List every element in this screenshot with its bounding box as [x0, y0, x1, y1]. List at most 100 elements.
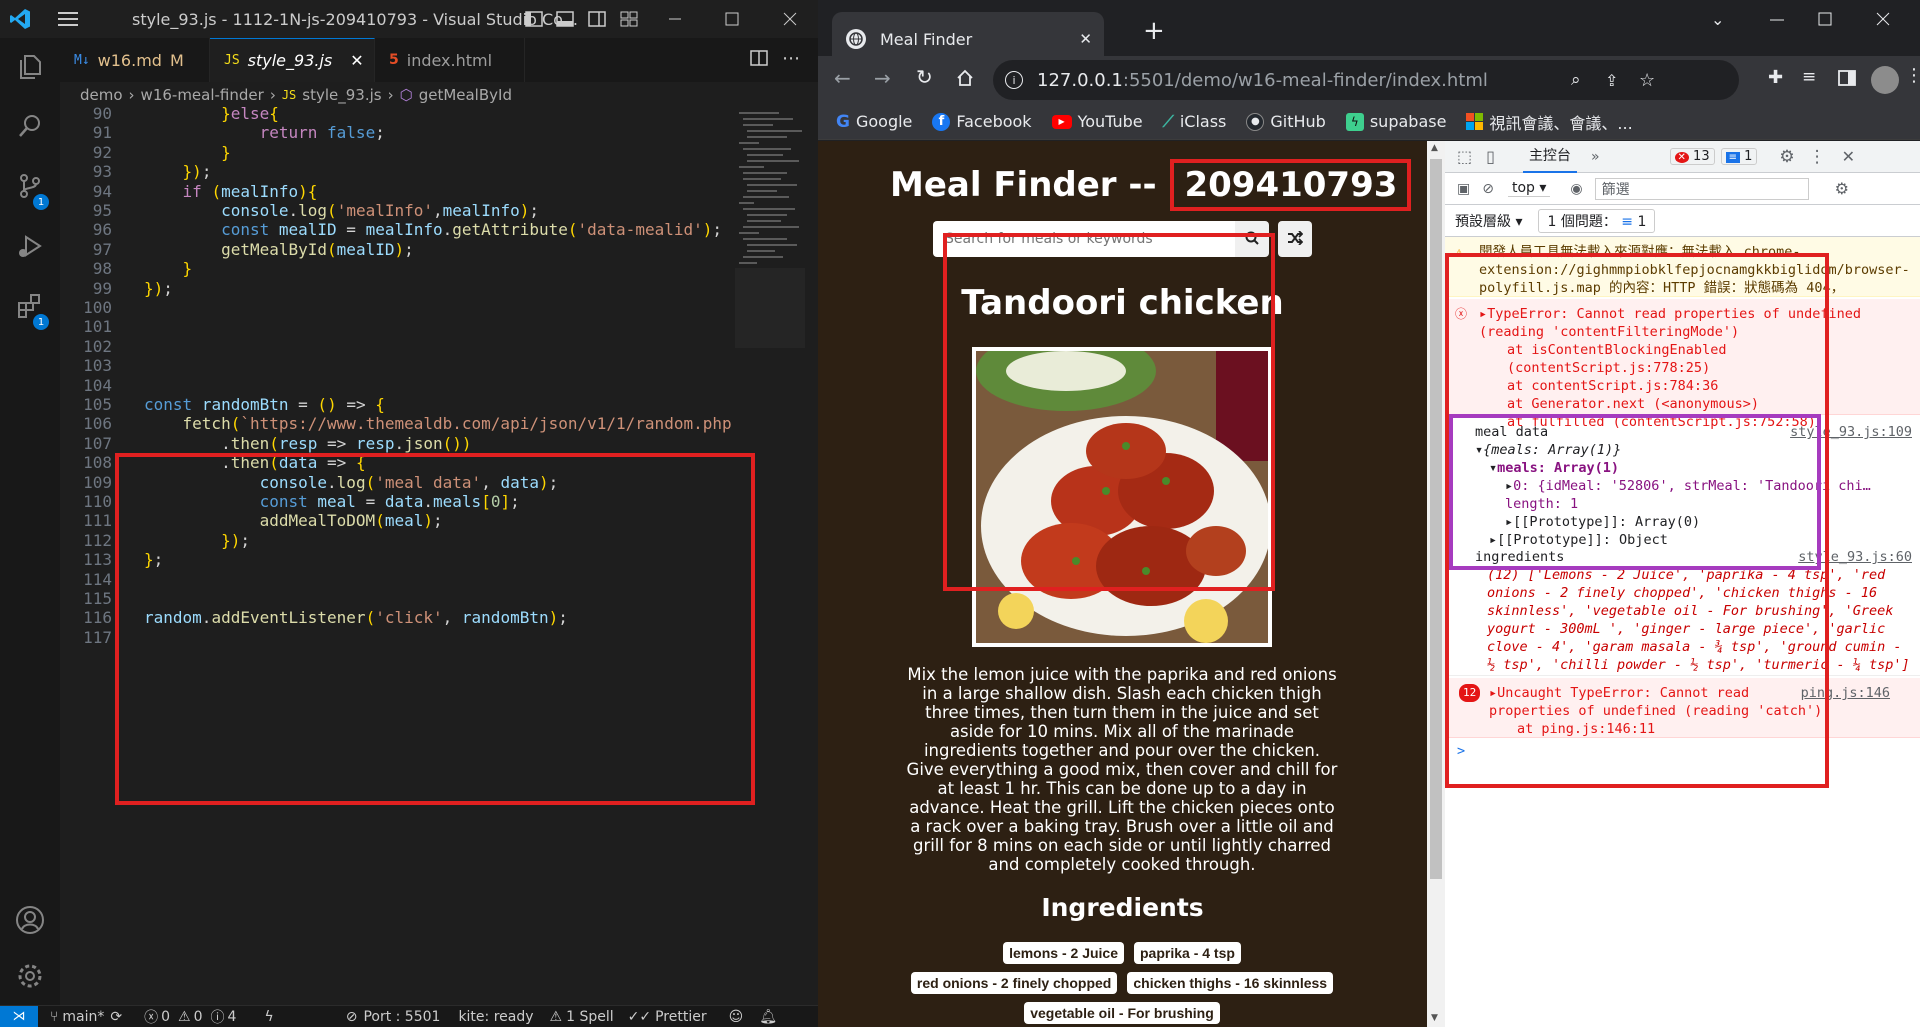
live-server-port[interactable]: Port : 5501: [363, 1009, 440, 1025]
remote-icon[interactable]: ⋊: [0, 1005, 38, 1027]
bookmark-google[interactable]: G Google: [836, 112, 912, 132]
devtools-menu-icon[interactable]: ⋮: [1809, 147, 1826, 167]
address-bar[interactable]: i 127.0.0.1 :5501/demo/w16-meal-finder/i…: [993, 60, 1739, 100]
settings-gear-icon[interactable]: ⚙: [1779, 147, 1794, 167]
close-icon[interactable]: [775, 12, 805, 26]
clear-console-icon[interactable]: ⊘: [1482, 181, 1494, 197]
random-button[interactable]: [1278, 221, 1312, 257]
settings-gear-icon[interactable]: [0, 948, 60, 1004]
scroll-thumb[interactable]: [1430, 159, 1442, 879]
bookmark-github[interactable]: ● GitHub: [1246, 112, 1326, 131]
explorer-icon[interactable]: [0, 38, 60, 94]
share-icon[interactable]: ⇪: [1605, 71, 1618, 90]
inspect-element-icon[interactable]: ⬚: [1457, 147, 1472, 166]
prettier-status[interactable]: Prettier: [655, 1009, 707, 1025]
tab-close-icon[interactable]: ✕: [350, 51, 363, 70]
tab-search-icon[interactable]: ⌄: [1711, 10, 1724, 29]
lightning-icon[interactable]: ϟ: [264, 1009, 273, 1025]
back-icon[interactable]: ←: [834, 66, 851, 90]
bookmark-iclass[interactable]: ⟋ iClass: [1163, 112, 1227, 132]
extensions-icon[interactable]: 1: [0, 278, 60, 334]
minimap[interactable]: [735, 108, 805, 348]
ingredients-heading: Ingredients: [1041, 893, 1204, 922]
tab-console[interactable]: 主控台: [1522, 141, 1577, 173]
line-number: 117: [83, 627, 112, 647]
window-title: style_93.js - 1112-1N-js-209410793 - Vis…: [132, 9, 578, 29]
tab-style-93-js[interactable]: JS style_93.js ✕: [210, 38, 375, 82]
errors-count[interactable]: 0: [161, 1009, 170, 1025]
console-levels-bar: 預設層級 ▾ 1 個問題： ≡ 1: [1445, 205, 1920, 237]
feedback-icon[interactable]: ☺: [729, 1009, 744, 1025]
maximize-icon[interactable]: [717, 12, 747, 26]
info-count[interactable]: 4: [228, 1009, 237, 1025]
tab-w16-md[interactable]: M↓ w16.md M: [60, 38, 210, 82]
run-debug-icon[interactable]: [0, 218, 60, 274]
customize-layout-icon[interactable]: [617, 11, 641, 27]
notifications-bell-icon[interactable]: 🔔︎: [759, 1009, 777, 1025]
console-settings-icon[interactable]: ⚙: [1835, 179, 1849, 198]
ingredient-item: vegetable oil - For brushing: [1024, 1002, 1220, 1024]
issues-button[interactable]: 1 個問題： ≡ 1: [1538, 208, 1656, 233]
log-levels-dropdown[interactable]: 預設層級 ▾: [1455, 211, 1522, 231]
spell-status[interactable]: 1 Spell: [566, 1009, 614, 1025]
search-icon[interactable]: [0, 98, 60, 154]
more-actions-icon[interactable]: ⋯: [782, 48, 800, 69]
bookmark-star-icon[interactable]: ☆: [1639, 70, 1655, 91]
scroll-down-icon[interactable]: ▼: [1431, 1013, 1438, 1023]
kite-status[interactable]: kite: ready: [458, 1009, 533, 1025]
maximize-icon[interactable]: [1818, 12, 1832, 26]
site-info-icon[interactable]: i: [1005, 71, 1023, 89]
javascript-icon: JS: [281, 88, 297, 102]
ingredient-item: chicken thighs - 16 skinnless: [1127, 972, 1334, 994]
message-count-badge[interactable]: ≡ 1: [1720, 148, 1758, 165]
tab-index-html[interactable]: 5 index.html: [375, 38, 525, 82]
more-tabs-icon[interactable]: »: [1591, 149, 1600, 165]
sidebar-toggle-icon[interactable]: ▣: [1457, 181, 1470, 197]
warnings-count[interactable]: 0: [194, 1009, 203, 1025]
avatar[interactable]: [1871, 66, 1899, 94]
media-control-icon[interactable]: ≡: [1802, 67, 1816, 87]
home-icon[interactable]: [956, 69, 974, 87]
bookmark-facebook[interactable]: f Facebook: [932, 112, 1032, 131]
bookmark-supabase[interactable]: ϟ supabase: [1345, 112, 1446, 131]
bookmark-youtube[interactable]: ▶ YouTube: [1051, 112, 1143, 131]
source-control-badge: 1: [33, 194, 49, 210]
source-control-icon[interactable]: 1: [0, 158, 60, 214]
bookmark-video-conference[interactable]: 視訊會議、會議、...: [1466, 110, 1633, 134]
eye-icon[interactable]: ◉: [1570, 181, 1582, 197]
close-icon[interactable]: [1876, 12, 1890, 26]
tab-label: style_93.js: [247, 51, 333, 70]
toggle-sidebar-icon[interactable]: [522, 11, 546, 27]
console-filter-input[interactable]: 篩選: [1594, 177, 1809, 200]
code-editor[interactable]: 90 }else{91 return false; 92 } 93 }); 94 if…: [60, 104, 818, 1005]
message-icon: ≡: [1725, 152, 1740, 163]
forward-icon[interactable]: →: [874, 66, 891, 90]
reload-icon[interactable]: ↻: [916, 65, 933, 89]
sync-icon[interactable]: ⟳: [110, 1009, 122, 1025]
error-count-badge[interactable]: ✕ 13: [1669, 148, 1715, 165]
split-editor-icon[interactable]: [750, 50, 768, 66]
new-tab-icon[interactable]: +: [1143, 16, 1165, 46]
account-icon[interactable]: [0, 892, 60, 948]
side-panel-icon[interactable]: [1838, 70, 1856, 86]
issues-count: 1: [1637, 213, 1647, 230]
menu-icon[interactable]: [40, 11, 96, 27]
minimize-icon[interactable]: [1762, 14, 1792, 26]
ingredient-item: lemons - 2 Juice: [1003, 942, 1124, 964]
browser-menu-icon[interactable]: ⋮: [1905, 65, 1920, 86]
scroll-up-icon[interactable]: ▲: [1431, 143, 1438, 153]
toggle-panel-icon[interactable]: [553, 11, 577, 27]
minimize-icon[interactable]: [660, 12, 690, 26]
console-output[interactable]: ⚠ 開發人員工具無法載入來源對應：無法載入 chrome-extension:/…: [1445, 237, 1920, 1027]
youtube-logo-icon: ▶: [1051, 114, 1072, 129]
tab-close-icon[interactable]: ✕: [1079, 30, 1092, 48]
device-toolbar-icon[interactable]: ▯: [1486, 147, 1495, 166]
page-scrollbar[interactable]: ▲ ▼: [1427, 141, 1445, 1027]
context-select[interactable]: top ▾: [1507, 180, 1551, 197]
close-devtools-icon[interactable]: ✕: [1842, 147, 1855, 166]
extensions-puzzle-icon[interactable]: ✚: [1768, 67, 1783, 88]
git-branch[interactable]: main*: [62, 1009, 104, 1025]
zoom-icon[interactable]: ⌕: [1571, 70, 1581, 90]
tab-label: w16.md: [97, 50, 162, 70]
toggle-secondary-sidebar-icon[interactable]: [585, 11, 609, 27]
